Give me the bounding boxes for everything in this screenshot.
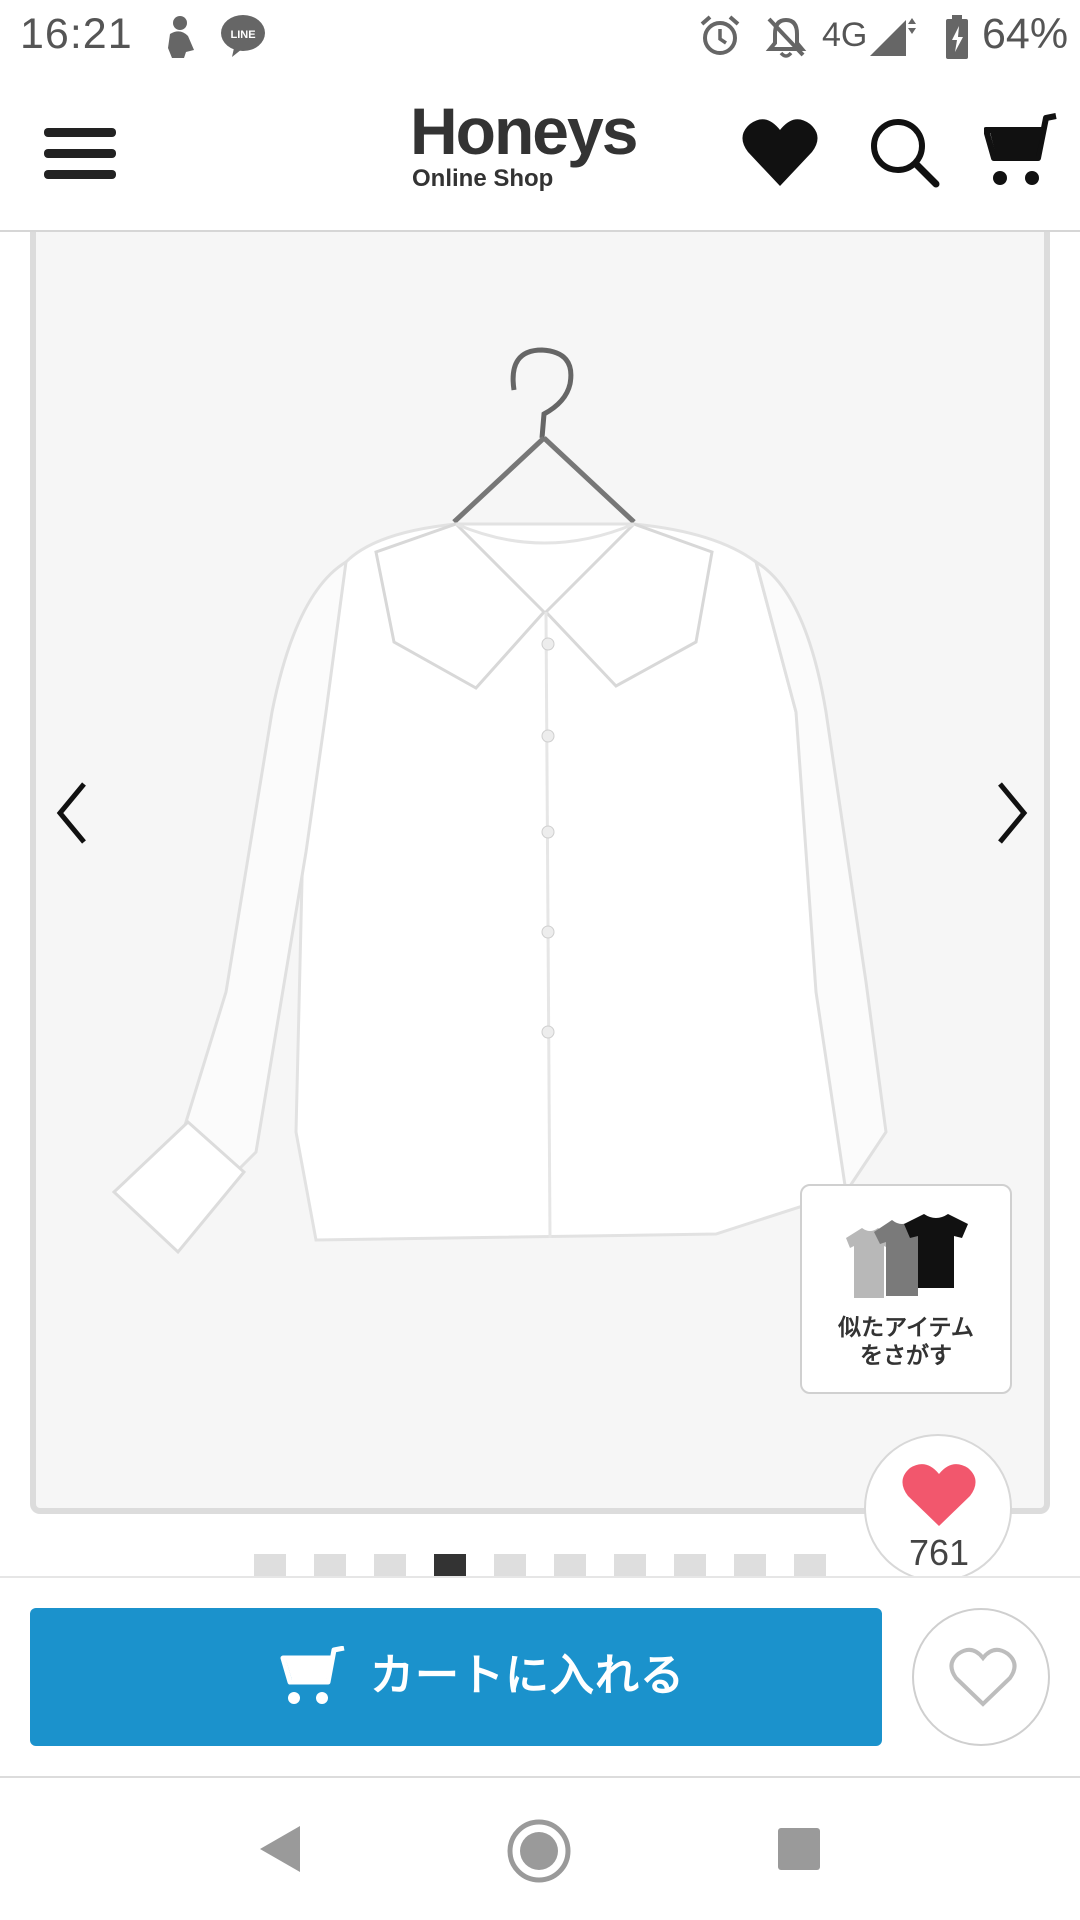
carousel-dot[interactable]: [314, 1554, 346, 1576]
carousel-prev-icon[interactable]: [52, 778, 92, 848]
svg-text:LINE: LINE: [230, 29, 255, 41]
carousel-dot[interactable]: [734, 1554, 766, 1576]
alarm-icon: [700, 15, 740, 55]
battery-percent: 64%: [982, 10, 1069, 58]
carousel-dot[interactable]: [374, 1554, 406, 1576]
logo-sub-text: Online Shop: [412, 165, 554, 192]
heart-icon: [902, 1464, 976, 1526]
carousel-dot[interactable]: [794, 1554, 826, 1576]
add-to-cart-label: カートに入れる: [370, 1650, 685, 1701]
add-to-cart-button[interactable]: カートに入れる: [30, 1608, 882, 1746]
find-similar-items-button[interactable]: 似たアイテム をさがす: [800, 1184, 1012, 1394]
carousel-dot[interactable]: [674, 1554, 706, 1576]
like-count-badge[interactable]: 761: [864, 1434, 1012, 1582]
back-icon[interactable]: [254, 1822, 304, 1876]
carousel-dot[interactable]: [494, 1554, 526, 1576]
recent-apps-icon[interactable]: [776, 1826, 822, 1872]
line-app-icon: LINE: [221, 15, 265, 57]
logo-main-text: Honeys: [410, 94, 638, 168]
site-logo[interactable]: Honeys Online Shop: [410, 96, 650, 206]
network-type: 4G: [822, 16, 868, 54]
heart-outline-icon: [949, 1647, 1017, 1707]
signal-icon: [870, 18, 916, 56]
menu-icon[interactable]: [40, 124, 120, 184]
notifications-off-icon: [765, 17, 807, 58]
heart-icon[interactable]: [740, 114, 820, 190]
find-similar-line1: 似たアイテム: [838, 1315, 974, 1341]
purchase-action-bar: カートに入れる: [0, 1576, 1080, 1778]
home-icon[interactable]: [506, 1818, 572, 1884]
like-count: 761: [908, 1532, 970, 1573]
carousel-dot[interactable]: [554, 1554, 586, 1576]
find-similar-line2: をさがす: [860, 1343, 952, 1369]
find-similar-label: 似たアイテム をさがす: [802, 1314, 1010, 1370]
carousel-dot-active[interactable]: [434, 1554, 466, 1576]
status-bar: 16:21 LINE 4G 64%: [0, 0, 1080, 76]
status-time: 16:21: [20, 10, 133, 58]
system-nav-bar: [0, 1778, 1080, 1920]
carousel-dot[interactable]: [254, 1554, 286, 1576]
carousel-dot[interactable]: [614, 1554, 646, 1576]
search-icon[interactable]: [866, 114, 942, 190]
cart-icon: [280, 1646, 345, 1704]
site-header: Honeys Online Shop: [0, 76, 1080, 232]
battery-icon: [946, 15, 968, 59]
carousel-next-icon[interactable]: [992, 778, 1032, 848]
tshirts-icon: [846, 1214, 968, 1298]
cart-icon[interactable]: [984, 112, 1058, 192]
person-notification-icon: [168, 16, 194, 58]
add-to-favorites-button[interactable]: [912, 1608, 1050, 1746]
